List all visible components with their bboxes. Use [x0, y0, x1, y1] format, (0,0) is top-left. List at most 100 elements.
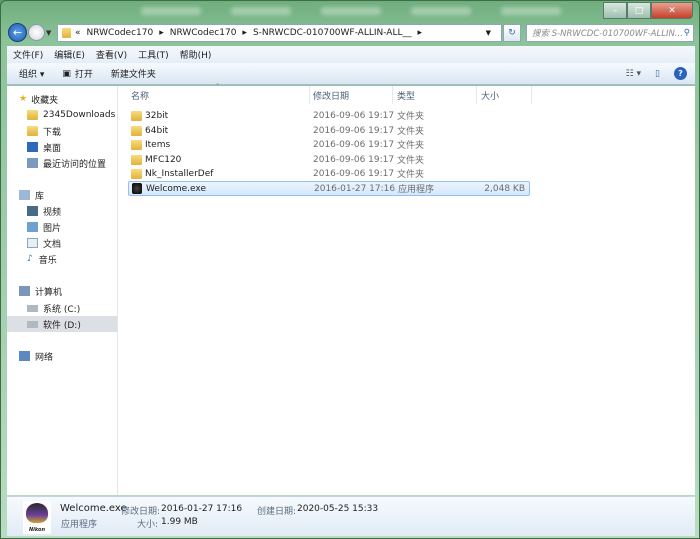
modified-value: 2016-01-27 17:16 [161, 504, 243, 514]
file-row-selected[interactable]: Welcome.exe 2016-01-27 17:16 应用程序 2,048 KB [128, 181, 530, 196]
label: 收藏夹 [31, 95, 59, 106]
folder-icon [131, 110, 142, 121]
blurred-background [501, 7, 561, 15]
breadcrumb-item[interactable]: S-NRWCDC-010700WF-ALLIN-ALL__ [253, 28, 412, 38]
search-input[interactable]: 搜索 S-NRWCDC-010700WF-ALLIN... ⚲ [526, 24, 694, 42]
file-row[interactable]: Items 2016-09-06 19:17 文件夹 [128, 137, 530, 152]
file-date: 2016-09-06 19:17 [313, 139, 395, 150]
sort-indicator-icon: ^ [215, 83, 221, 90]
history-overflow[interactable]: « [75, 28, 81, 38]
content-area: ★ 收藏夹 2345Downloads 下载 桌面 最近访问的位置 库 视频 图片… [7, 83, 695, 495]
folder-icon [131, 139, 142, 150]
open-icon: ▣ [62, 68, 71, 79]
label: 文档 [43, 239, 62, 250]
sidebar-item-music[interactable]: ♪ 音乐 [27, 251, 137, 267]
breadcrumb-item[interactable]: NRWCodec170 [170, 28, 237, 38]
column-name[interactable]: 名称 [131, 89, 149, 102]
column-date[interactable]: 修改日期 [313, 89, 349, 102]
file-type: 文件夹 [397, 141, 425, 151]
column-separator[interactable] [531, 86, 532, 104]
folder-icon [27, 110, 38, 120]
column-separator[interactable] [392, 86, 393, 104]
file-row[interactable]: 32bit 2016-09-06 19:17 文件夹 [128, 108, 530, 123]
folder-icon [131, 125, 142, 136]
documents-icon [27, 238, 38, 248]
desktop-icon [27, 142, 38, 152]
video-icon [27, 206, 38, 216]
sidebar-libraries[interactable]: 库 [19, 187, 129, 203]
column-size[interactable]: 大小 [481, 89, 499, 102]
preview-pane-icon[interactable]: ▯ [655, 69, 660, 79]
file-row[interactable]: Nk_InstallerDef 2016-09-06 19:17 文件夹 [128, 166, 530, 181]
help-icon[interactable]: ? [674, 67, 687, 80]
breadcrumb-item[interactable]: NRWCodec170 [87, 28, 154, 38]
menu-edit[interactable]: 编辑(E) [54, 48, 85, 61]
file-name: Welcome.exe [146, 183, 206, 194]
blurred-background [231, 7, 291, 15]
sidebar-network[interactable]: 网络 [19, 348, 129, 364]
folder-icon [131, 154, 142, 165]
sidebar-item-downloads[interactable]: 下载 [27, 123, 137, 139]
blurred-background [141, 7, 201, 15]
sidebar-item-2345downloads[interactable]: 2345Downloads [27, 107, 137, 123]
sidebar-item-videos[interactable]: 视频 [27, 203, 137, 219]
label: 音乐 [38, 255, 57, 266]
explorer-window: – □ ✕ ← ▼ « NRWCodec170 ▸ NRWCodec170 ▸ S-… [0, 0, 700, 539]
search-icon[interactable]: ⚲ [684, 28, 690, 38]
blurred-background [321, 7, 381, 15]
open-button[interactable]: ▣ 打开 [62, 67, 93, 81]
column-separator[interactable] [309, 86, 310, 104]
file-type: 文件夹 [397, 127, 425, 137]
column-separator[interactable] [476, 86, 477, 104]
back-button[interactable]: ← [8, 23, 27, 42]
menu-view[interactable]: 查看(V) [96, 48, 127, 61]
history-dropdown-icon[interactable]: ▼ [46, 29, 51, 37]
file-name: Nk_InstallerDef [145, 168, 214, 179]
menu-help[interactable]: 帮助(H) [180, 48, 212, 61]
minimize-button[interactable]: – [603, 2, 627, 19]
details-pane: Nikon Welcome.exe 应用程序 修改日期: 2016-01-27 … [7, 496, 695, 536]
menu-file[interactable]: 文件(F) [13, 48, 43, 61]
close-button[interactable]: ✕ [651, 2, 693, 19]
sidebar-item-pictures[interactable]: 图片 [27, 219, 137, 235]
chevron-right-icon[interactable]: ▸ [242, 28, 247, 38]
modified-label: 修改日期: [121, 507, 161, 517]
sidebar-favorites[interactable]: ★ 收藏夹 [19, 91, 129, 107]
downloads-icon [27, 126, 38, 136]
menu-tools[interactable]: 工具(T) [138, 48, 169, 61]
forward-button[interactable] [28, 24, 45, 41]
address-dropdown-icon[interactable]: ▼ [486, 29, 491, 37]
file-date: 2016-09-06 19:17 [313, 154, 395, 165]
sidebar-item-recent[interactable]: 最近访问的位置 [27, 155, 137, 171]
maximize-button[interactable]: □ [627, 2, 651, 19]
organize-button[interactable]: 组织 ▾ [19, 67, 44, 80]
sidebar-item-documents[interactable]: 文档 [27, 235, 137, 251]
new-folder-button[interactable]: 新建文件夹 [111, 67, 156, 80]
chevron-right-icon[interactable]: ▸ [159, 28, 164, 38]
star-icon: ★ [19, 94, 28, 104]
sidebar-item-desktop[interactable]: 桌面 [27, 139, 137, 155]
label: 视频 [43, 207, 62, 218]
file-row[interactable]: 64bit 2016-09-06 19:17 文件夹 [128, 123, 530, 138]
column-type[interactable]: 类型 [397, 89, 415, 102]
file-name: MFC120 [145, 154, 182, 165]
window-controls: – □ ✕ [603, 2, 693, 19]
column-headers: 名称 ^ 修改日期 类型 大小 [125, 83, 695, 104]
sidebar-item-drive-d[interactable]: 软件 (D:) [7, 316, 117, 332]
sidebar-item-drive-c[interactable]: 系统 (C:) [27, 300, 137, 316]
library-icon [19, 190, 30, 200]
label: 桌面 [43, 143, 62, 154]
size-label: 大小: [137, 520, 159, 530]
file-name: 32bit [145, 110, 169, 121]
label: 软件 (D:) [43, 320, 81, 331]
refresh-button[interactable]: ↻ [503, 24, 521, 42]
sidebar-computer[interactable]: 计算机 [19, 283, 129, 299]
file-date: 2016-09-06 19:17 [313, 110, 395, 121]
view-options-icon[interactable]: ☷ ▾ [626, 69, 641, 79]
file-type: 文件夹 [397, 170, 425, 180]
address-bar[interactable]: « NRWCodec170 ▸ NRWCodec170 ▸ S-NRWCDC-010… [57, 24, 502, 42]
file-row[interactable]: MFC120 2016-09-06 19:17 文件夹 [128, 152, 530, 167]
chevron-right-icon[interactable]: ▸ [417, 28, 422, 38]
open-label: 打开 [74, 70, 93, 80]
size-value: 1.99 MB [161, 517, 198, 527]
